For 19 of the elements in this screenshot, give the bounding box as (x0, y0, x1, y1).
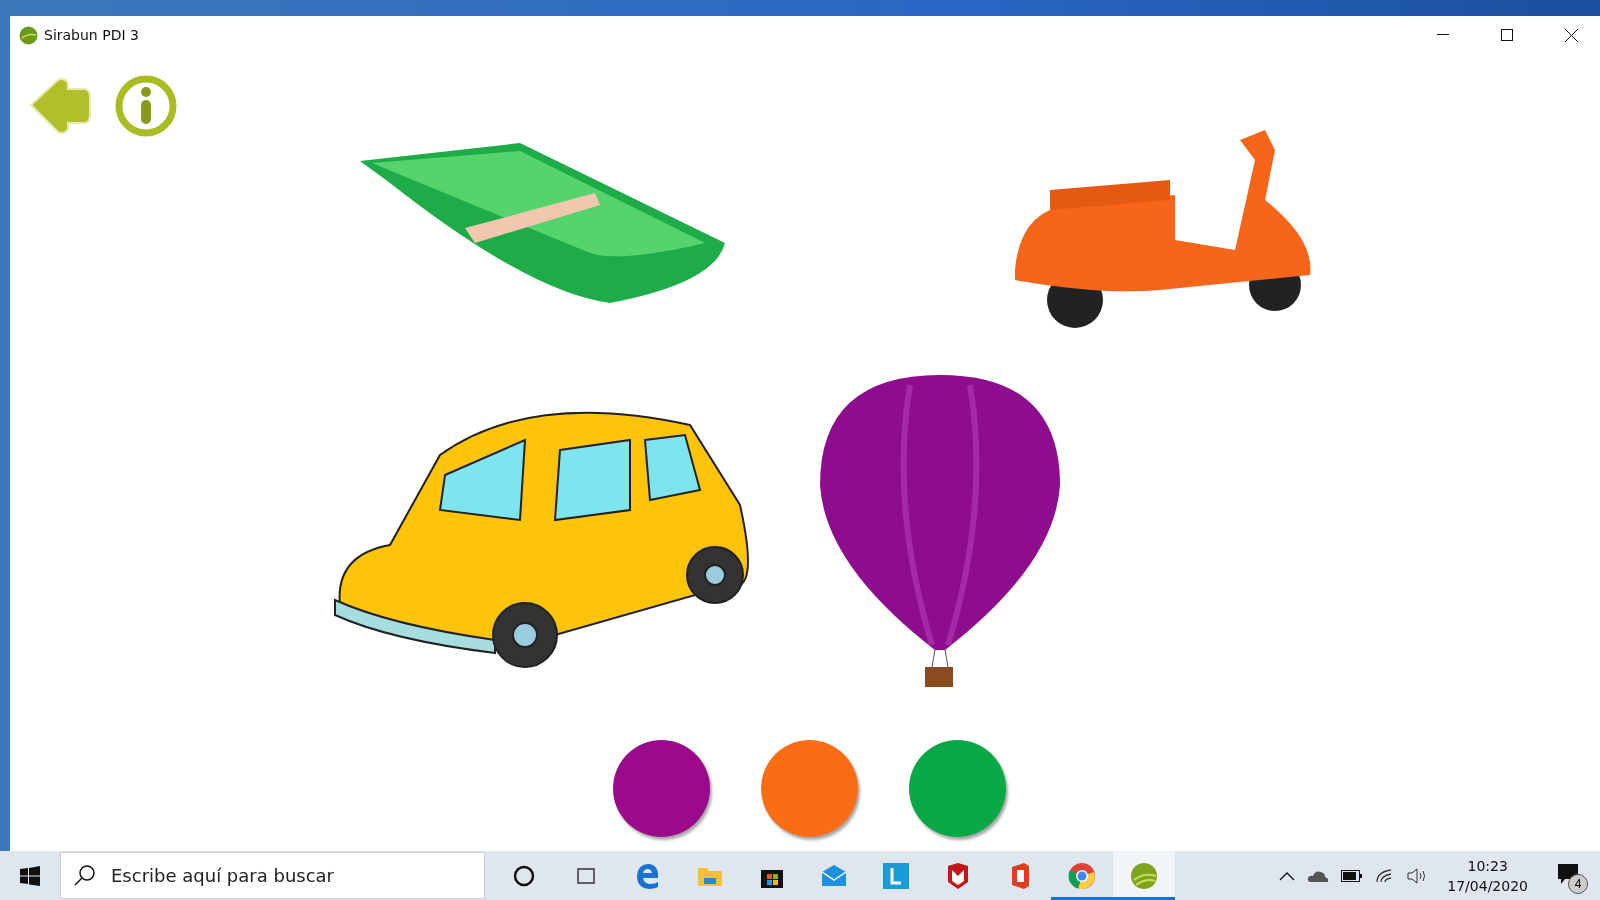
clock[interactable]: 10:23 17/04/2020 (1439, 857, 1536, 894)
windows-logo-icon (20, 865, 40, 886)
notification-button[interactable]: 4 (1548, 855, 1588, 896)
window-title: Sirabun PDI 3 (44, 27, 140, 43)
maximize-icon (1501, 29, 1513, 41)
notification-count: 4 (1568, 873, 1588, 894)
minimize-icon (1437, 34, 1449, 36)
letter-tile-icon (882, 861, 910, 890)
back-arrow-icon (28, 76, 92, 135)
speaker-icon (1407, 867, 1428, 884)
search-field[interactable]: Escribe aquí para buscar (60, 852, 485, 899)
browser-icon (1068, 861, 1096, 890)
app-logo (19, 25, 38, 45)
chevron-up-icon (1279, 870, 1296, 881)
info-icon (115, 74, 177, 137)
ball-icon (1130, 861, 1158, 890)
search-icon (74, 864, 96, 886)
battery-icon (1341, 869, 1364, 882)
close-icon (1564, 28, 1578, 42)
